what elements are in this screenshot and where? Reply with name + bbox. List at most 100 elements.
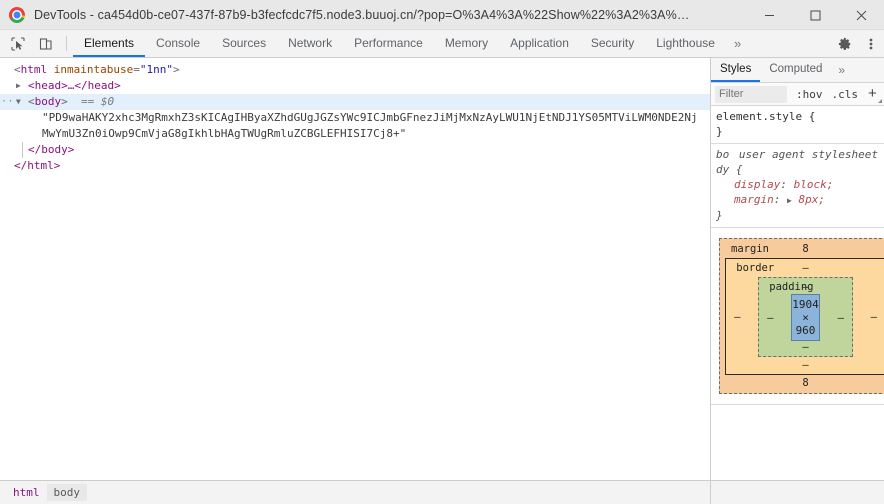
html-tag-name: html	[20, 63, 48, 76]
kebab-menu-icon[interactable]	[858, 30, 884, 58]
box-model-margin-mid-row: 8 border – –	[723, 256, 884, 377]
dom-tree: <html inmaintabuse="1nn"> ▶ <head>…</hea…	[0, 58, 710, 174]
main-split: <html inmaintabuse="1nn"> ▶ <head>…</hea…	[0, 58, 884, 480]
cls-toggle-button[interactable]: .cls	[832, 88, 859, 101]
box-model-padding-label: padding	[769, 281, 814, 293]
tab-application[interactable]: Application	[499, 30, 580, 57]
styles-filter-bar: :hov .cls +	[711, 83, 884, 106]
tab-memory[interactable]: Memory	[434, 30, 499, 57]
box-model-margin-top[interactable]: 8	[802, 243, 808, 255]
gear-icon[interactable]	[832, 30, 858, 58]
toolbar-divider	[66, 36, 67, 51]
box-model-padding-right[interactable]: –	[832, 312, 850, 324]
tab-security[interactable]: Security	[580, 30, 645, 57]
tab-network[interactable]: Network	[277, 30, 343, 57]
box-model-padding-top-row: padding –	[761, 280, 850, 294]
breadcrumb: html body	[0, 481, 711, 504]
breadcrumb-item-html[interactable]: html	[6, 484, 47, 501]
tab-sources[interactable]: Sources	[211, 30, 277, 57]
box-model-margin-label: margin	[731, 243, 769, 255]
tab-elements[interactable]: Elements	[73, 30, 146, 57]
css-rule-element-style[interactable]: element.style { }	[711, 106, 884, 144]
css-property-margin[interactable]: margin: ▶ 8px;	[716, 192, 879, 208]
html-open-bracket: <	[14, 63, 21, 76]
tab-performance[interactable]: Performance	[343, 30, 434, 57]
new-style-rule-button[interactable]: +	[868, 86, 882, 103]
inspect-cursor-icon[interactable]	[4, 30, 32, 57]
panel-tabs: Elements Console Sources Network Perform…	[73, 30, 726, 57]
css-property-margin-name: margin	[734, 193, 774, 206]
maximize-button[interactable]	[792, 0, 838, 30]
breadcrumb-bar: html body	[0, 480, 884, 504]
html-closing-tag: </html>	[14, 159, 61, 172]
body-tag-name: body	[34, 95, 62, 108]
tab-computed[interactable]: Computed	[760, 58, 831, 82]
box-model-padding-left[interactable]: –	[761, 312, 779, 324]
tab-console[interactable]: Console	[145, 30, 211, 57]
tab-styles[interactable]: Styles	[711, 58, 761, 82]
tabs-overflow-icon[interactable]: »	[726, 30, 749, 57]
dom-tree-pane[interactable]: <html inmaintabuse="1nn"> ▶ <head>…</hea…	[0, 58, 711, 480]
dom-node-head[interactable]: ▶ <head>…</head>	[0, 78, 710, 94]
breadcrumb-right-filler	[711, 481, 884, 504]
css-property-display[interactable]: display: block;	[716, 177, 879, 192]
html-close-bracket: >	[172, 63, 180, 76]
box-model-margin-top-row: margin 8	[723, 242, 884, 256]
css-rule-user-agent[interactable]: bo user agent stylesheet dy { display: b…	[711, 144, 884, 228]
chrome-logo-icon	[9, 6, 25, 23]
styles-tabs-overflow-icon[interactable]: »	[831, 58, 852, 82]
box-model-margin-bottom[interactable]: 8	[723, 377, 884, 390]
tab-lighthouse[interactable]: Lighthouse	[645, 30, 726, 57]
styles-filter-input[interactable]	[715, 85, 787, 103]
body-closing-tag: </body>	[28, 143, 75, 156]
box-model-border-top[interactable]: –	[802, 262, 808, 274]
box-model-border-bottom[interactable]: –	[728, 359, 883, 372]
box-model-border-left[interactable]: –	[728, 311, 746, 323]
dom-node-html[interactable]: <html inmaintabuse="1nn">	[0, 62, 710, 78]
window-controls	[746, 0, 884, 30]
box-model-border-label: border	[736, 262, 775, 274]
head-expand-arrow-icon[interactable]: ▶	[16, 78, 26, 94]
body-selected-marker: == $0	[81, 95, 115, 108]
css-property-margin-value: 8px;	[798, 193, 825, 206]
box-model-margin[interactable]: margin 8 8 border – –	[719, 238, 884, 394]
ua-selector-part2: dy {	[716, 163, 743, 176]
window-title: DevTools - ca454d0b-ce07-437f-87b9-b3fec…	[34, 7, 694, 22]
box-model-padding[interactable]: padding – – 1904 × 960 – –	[746, 275, 865, 359]
box-model-border-mid-row: – padding – – 1904 × 960 – – –	[728, 275, 883, 359]
html-attr-value[interactable]: "1nn"	[140, 63, 173, 76]
element-style-close-brace: }	[716, 125, 723, 138]
styles-pane-tabs: Styles Computed »	[711, 58, 884, 83]
body-collapse-arrow-icon[interactable]: ▼	[16, 94, 26, 110]
dom-node-body[interactable]: ··· ▼ <body> == $0	[0, 94, 710, 110]
ua-stylesheet-source: user agent stylesheet	[738, 148, 878, 161]
box-model-content-size[interactable]: 1904 × 960	[791, 294, 820, 341]
box-model-border-right[interactable]: –	[865, 311, 883, 323]
html-attr-eq: =	[133, 63, 140, 76]
css-property-display-value: block;	[793, 178, 834, 191]
dom-text-node[interactable]: "PD9waHAKY2xhc3MgRmxhZ3sKICAgIHByaXZhdGU…	[0, 110, 710, 142]
ua-selector-part1: bo	[716, 148, 730, 161]
box-model-border[interactable]: border – – padding – – 1904 × 960 – – – …	[713, 256, 884, 377]
hov-toggle-button[interactable]: :hov	[796, 88, 823, 101]
element-style-selector: element.style {	[716, 110, 816, 123]
body-close-bracket: >	[61, 95, 68, 108]
ua-close-brace: }	[716, 209, 723, 222]
devtools-window: DevTools - ca454d0b-ce07-437f-87b9-b3fec…	[0, 0, 884, 504]
styles-pane: Styles Computed » :hov .cls + element.st…	[711, 58, 884, 480]
dom-node-body-close: </body>	[0, 142, 710, 158]
indent-guide-line	[22, 142, 23, 158]
html-attr-name[interactable]: inmaintabuse	[54, 63, 133, 76]
body-open-bracket: <	[28, 95, 35, 108]
device-toolbar-icon[interactable]	[32, 30, 60, 57]
dom-node-html-close: </html>	[0, 158, 710, 174]
box-model-border-top-row: border –	[728, 261, 883, 275]
close-button[interactable]	[838, 0, 884, 30]
minimize-button[interactable]	[746, 0, 792, 30]
breadcrumb-item-body[interactable]: body	[46, 484, 87, 501]
box-model-padding-mid-row: – 1904 × 960 –	[761, 294, 850, 341]
breadcrumb-split: html body	[0, 481, 884, 504]
box-model-padding-bottom[interactable]: –	[761, 341, 850, 354]
dom-text-node-value: "PD9waHAKY2xhc3MgRmxhZ3sKICAgIHByaXZhdGU…	[42, 111, 698, 140]
devtools-toolbar: Elements Console Sources Network Perform…	[0, 30, 884, 58]
